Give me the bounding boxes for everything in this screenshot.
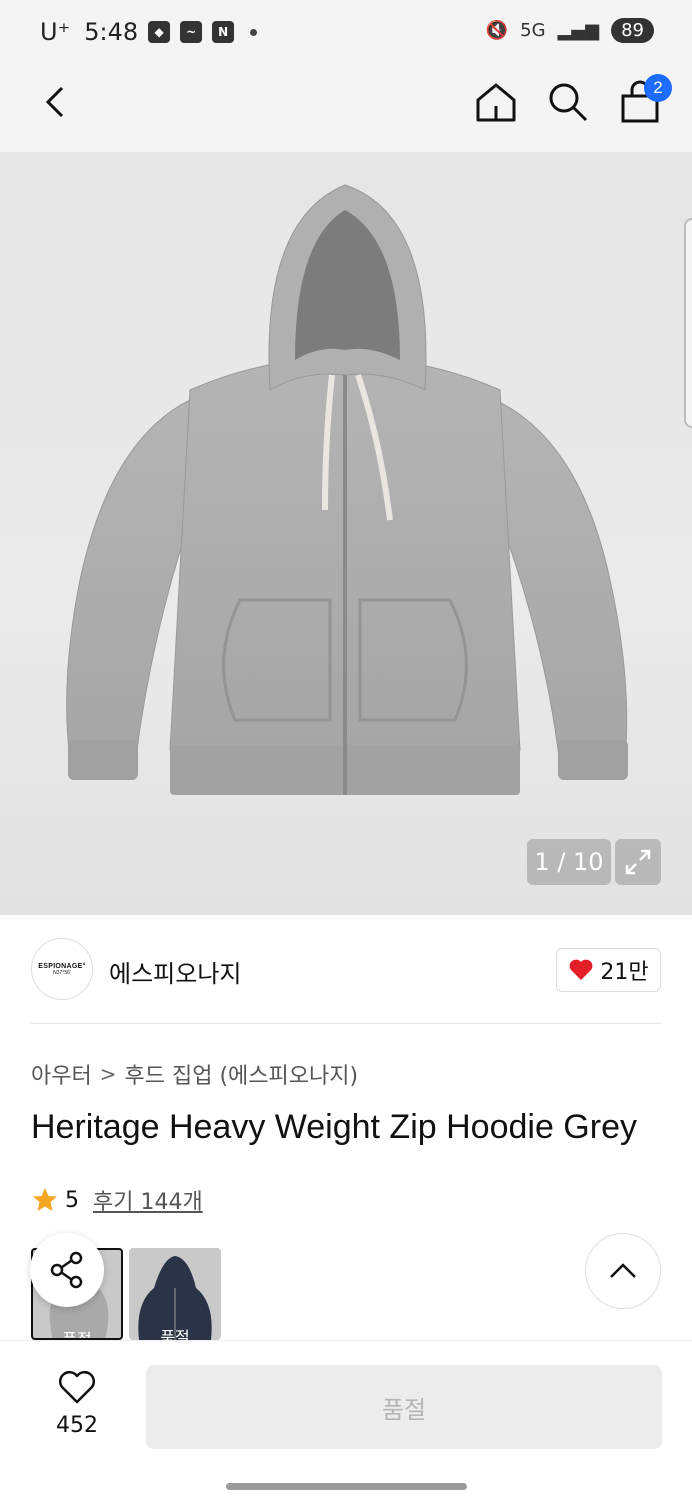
wishlist-count: 452: [56, 1413, 98, 1438]
scroll-to-top-button[interactable]: [585, 1233, 661, 1309]
breadcrumb-category[interactable]: 아우터: [31, 1058, 92, 1090]
network-type: 5G: [520, 20, 546, 41]
back-button[interactable]: [36, 82, 76, 122]
side-scroll-indicator: [684, 218, 692, 428]
product-title: Heritage Heavy Weight Zip Hoodie Grey: [31, 1108, 637, 1146]
more-notifications-icon: [250, 28, 258, 36]
product-image-hoodie: [66, 184, 628, 795]
product-image-gallery[interactable]: 1 / 10: [0, 152, 692, 915]
image-counter: 1 / 10: [527, 839, 611, 885]
naver-notification-icon: N: [212, 21, 235, 43]
brand-row[interactable]: ESPIONAGE° N37°56' 에스피오나지 21만: [31, 938, 661, 1002]
brand-name[interactable]: 에스피오나지: [109, 954, 241, 989]
breadcrumb-subcategory[interactable]: 후드 집업 (에스피오나지): [125, 1058, 359, 1090]
brand-logo-line1: ESPIONAGE°: [38, 962, 86, 970]
breadcrumb-separator: >: [99, 1062, 117, 1086]
app-notification-icon-2: ~: [180, 21, 203, 43]
cart-count-badge: 2: [644, 74, 672, 102]
carrier-label: U⁺: [40, 18, 71, 46]
cart-button[interactable]: 2: [618, 74, 672, 124]
battery-level: 89: [611, 18, 654, 43]
home-gesture-bar[interactable]: [226, 1483, 467, 1490]
home-icon: [476, 83, 516, 122]
rating-value: 5: [65, 1187, 79, 1213]
search-button[interactable]: [546, 80, 590, 124]
rating-row: 5 후기 144개: [31, 1184, 203, 1216]
app-notification-icon: ◆: [148, 21, 171, 43]
mute-icon: 🔇: [485, 20, 509, 41]
heart-filled-icon: [569, 959, 593, 980]
bottom-action-bar: 452 품절: [0, 1340, 692, 1500]
sold-out-buy-button[interactable]: 품절: [146, 1365, 662, 1449]
divider: [31, 1023, 661, 1024]
chevron-left-icon: [45, 86, 64, 118]
wishlist-button[interactable]: 452: [40, 1369, 114, 1438]
brand-logo[interactable]: ESPIONAGE° N37°56': [31, 938, 93, 1000]
heart-outline-icon: [59, 1371, 95, 1404]
search-icon: [549, 83, 588, 122]
color-option-navy[interactable]: 품절: [129, 1248, 221, 1340]
expand-image-button[interactable]: [615, 839, 661, 885]
share-icon: [50, 1251, 83, 1289]
signal-icon: ▂▄▆: [557, 20, 600, 41]
reviews-link[interactable]: 후기 144개: [93, 1184, 203, 1216]
status-bar: U⁺ 5:48 ◆ ~ N 🔇 5G ▂▄▆ 89: [0, 0, 692, 66]
chevron-up-icon: [610, 1263, 636, 1278]
sold-out-label: 품절: [160, 1328, 190, 1340]
share-button[interactable]: [30, 1233, 104, 1307]
expand-icon: [625, 849, 651, 875]
brand-logo-line2: N37°56': [53, 969, 71, 976]
brand-like-count: 21만: [600, 960, 649, 985]
clock: 5:48: [84, 18, 139, 46]
home-button[interactable]: [474, 80, 518, 124]
sold-out-label: 품절: [62, 1330, 92, 1340]
breadcrumb: 아우터 > 후드 집업 (에스피오나지): [31, 1058, 358, 1090]
star-icon: [33, 1188, 57, 1211]
brand-like-button[interactable]: 21만: [556, 948, 661, 992]
top-nav: 2: [0, 66, 692, 152]
